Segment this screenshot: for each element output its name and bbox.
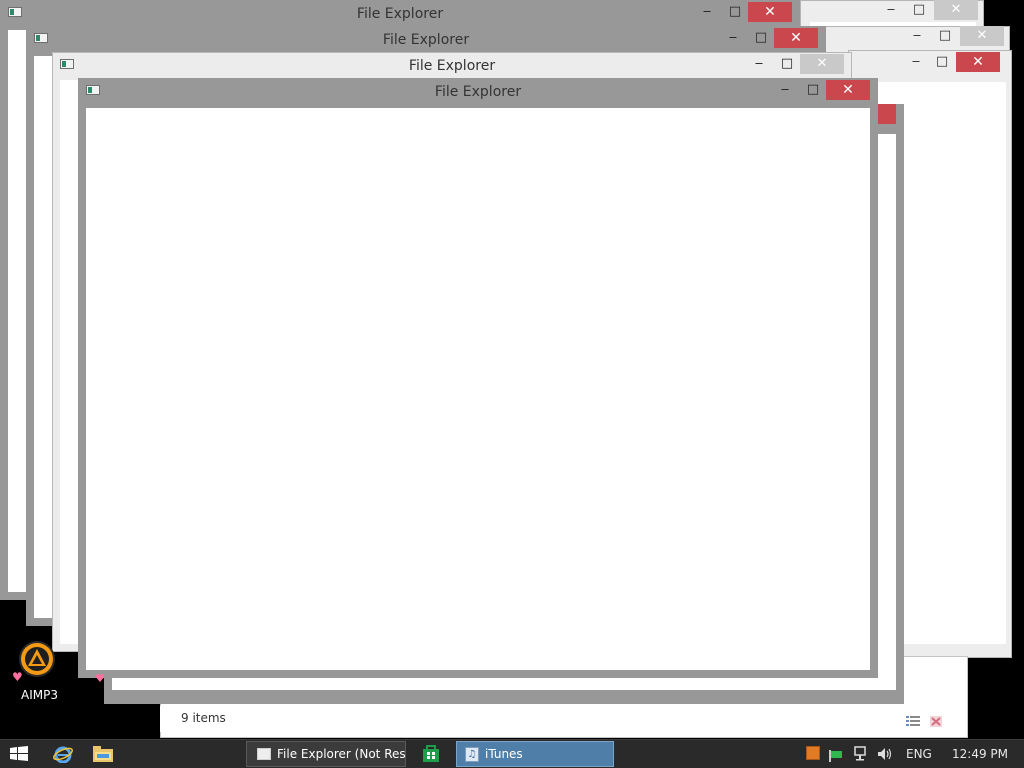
language-indicator[interactable]: ENG <box>906 740 932 768</box>
window-a-close-button[interactable]: ✕ <box>934 0 978 20</box>
folder-icon <box>93 746 113 762</box>
details-view-icon[interactable] <box>906 712 920 726</box>
window-3-maximize-button[interactable]: □ <box>774 54 800 74</box>
tray-flag-icon[interactable] <box>829 747 843 762</box>
window-c-minimize-button[interactable]: ‒ <box>904 52 928 72</box>
store-icon <box>423 745 439 762</box>
window-front-close-button[interactable]: ✕ <box>826 80 870 100</box>
internet-explorer-button[interactable] <box>50 744 76 764</box>
window-3-close-button[interactable]: ✕ <box>800 54 844 74</box>
large-icons-view-icon[interactable] <box>930 712 942 727</box>
tray-app-icon[interactable] <box>806 746 820 760</box>
window-icon <box>257 748 271 760</box>
taskbar-button-file-explorer-label: File Explorer (Not Res... <box>277 747 406 761</box>
heart-overlay-icon-2: ♥ <box>95 672 105 685</box>
aimp-icon <box>18 640 56 678</box>
start-button[interactable] <box>6 745 32 763</box>
window-a-maximize-button[interactable]: □ <box>906 0 932 20</box>
window-b-maximize-button[interactable]: □ <box>932 26 958 46</box>
taskbar: File Explorer (Not Res... ♫ iTunes ENG 1… <box>0 739 1024 768</box>
desktop-icon-aimp3[interactable]: ♥ AIMP3 <box>12 640 64 704</box>
window-2-minimize-button[interactable]: ‒ <box>720 28 746 48</box>
store-button[interactable] <box>418 744 444 764</box>
window-c-close-button[interactable]: ✕ <box>956 52 1000 72</box>
window-b-minimize-button[interactable]: ‒ <box>904 26 930 46</box>
itunes-icon: ♫ <box>465 747 479 762</box>
taskbar-button-itunes-label: iTunes <box>485 747 523 761</box>
clock[interactable]: 12:49 PM <box>952 740 1008 768</box>
heart-overlay-icon: ♥ <box>12 670 23 684</box>
tray-network-icon[interactable] <box>853 746 869 762</box>
taskbar-button-file-explorer[interactable]: File Explorer (Not Res... <box>246 741 406 767</box>
status-item-count: 9 items <box>181 711 226 725</box>
window-2-title: File Explorer <box>382 32 470 48</box>
window-1-minimize-button[interactable]: ‒ <box>694 2 720 22</box>
window-a-minimize-button[interactable]: ‒ <box>878 0 904 20</box>
window-front-title: File Explorer <box>434 84 522 100</box>
window-2-close-button[interactable]: ✕ <box>774 28 818 48</box>
desktop-icon-aimp3-label: AIMP3 <box>21 688 58 702</box>
internet-explorer-icon <box>53 746 73 763</box>
tray-volume-icon[interactable] <box>877 746 893 762</box>
window-3-title: File Explorer <box>408 58 496 74</box>
window-status-bar <box>160 706 956 732</box>
window-3-minimize-button[interactable]: ‒ <box>746 54 772 74</box>
taskbar-button-itunes[interactable]: ♫ iTunes <box>456 741 614 767</box>
window-c-maximize-button[interactable]: □ <box>930 52 954 72</box>
window-1-maximize-button[interactable]: □ <box>722 2 748 22</box>
window-front-maximize-button[interactable]: □ <box>800 80 826 100</box>
window-1-close-button[interactable]: ✕ <box>748 2 792 22</box>
window-2-maximize-button[interactable]: □ <box>748 28 774 48</box>
file-explorer-pinned-button[interactable] <box>90 744 116 764</box>
window-front-client <box>86 108 870 670</box>
start-icon <box>10 746 28 761</box>
window-1-title: File Explorer <box>356 6 444 22</box>
window-front-minimize-button[interactable]: ‒ <box>772 80 798 100</box>
window-b-close-button[interactable]: ✕ <box>960 26 1004 46</box>
